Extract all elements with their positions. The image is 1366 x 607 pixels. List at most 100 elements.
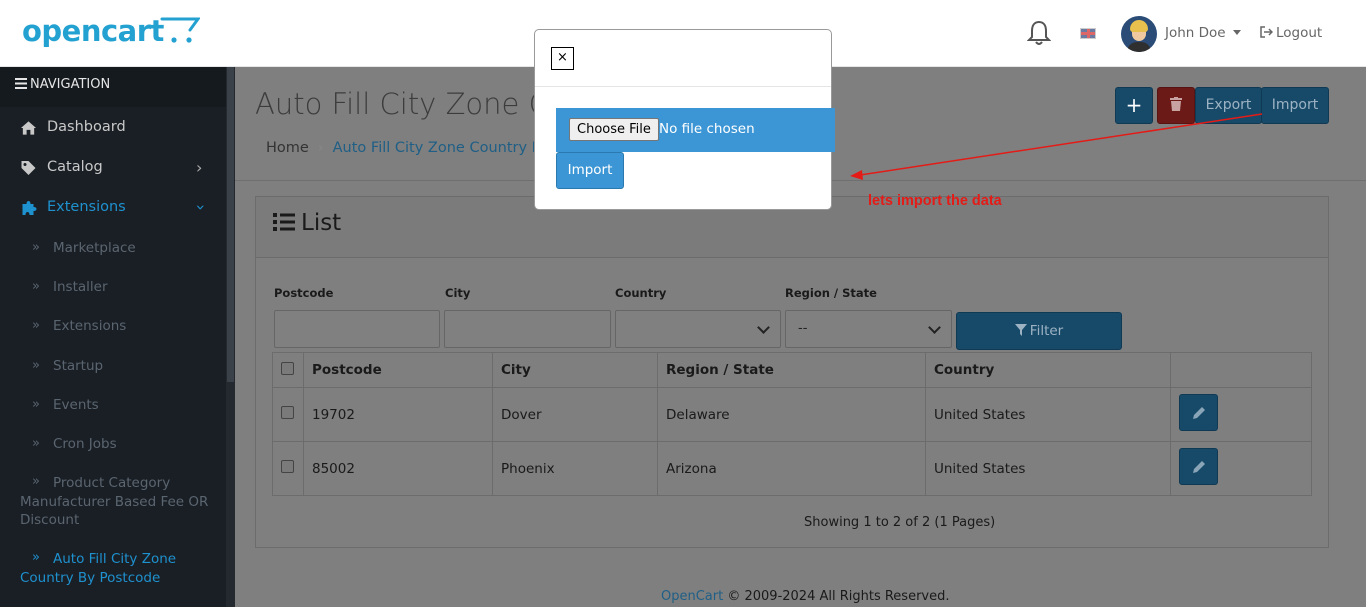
column-header-country[interactable]: Country (925, 352, 1171, 388)
cell-postcode: 85002 (303, 441, 493, 496)
subitem-label: Product Category Manufacturer Based Fee … (20, 475, 209, 528)
import-modal: × Choose File No file chosen Import (534, 29, 835, 210)
subitem-label: Cron Jobs (53, 436, 117, 452)
choose-file-button[interactable]: Choose File (569, 118, 659, 141)
cell-action (1170, 387, 1312, 442)
row-checkbox[interactable] (281, 406, 294, 419)
breadcrumb-current[interactable]: Auto Fill City Zone Country By (333, 140, 551, 156)
filter-button-label: Filter (1029, 323, 1064, 339)
filter-city-label: City (445, 286, 471, 300)
logout-link[interactable]: Logout (1260, 25, 1322, 41)
cell-region: Arizona (657, 441, 926, 496)
footer: OpenCart © 2009-2024 All Rights Reserved… (661, 589, 950, 604)
subitem-label: Events (53, 397, 99, 413)
sidebar: NAVIGATION Dashboard Catalog › Extension… (0, 67, 235, 607)
breadcrumb-separator-icon: › (317, 140, 324, 156)
list-panel: List Postcode City Country Region / Stat… (255, 196, 1329, 548)
avatar[interactable] (1121, 16, 1157, 52)
chevron-right-icon: › (196, 158, 203, 177)
filter-button[interactable]: Filter (956, 312, 1122, 350)
language-flag-icon[interactable] (1080, 28, 1096, 39)
table-header-row: Postcode City Region / State Country (272, 352, 1312, 388)
sidebar-item-label: Catalog (47, 159, 103, 175)
subitem-label: Auto Fill City Zone Country By Postcode (20, 551, 177, 586)
footer-opencart-link[interactable]: OpenCart (661, 589, 723, 604)
cart-logo-icon (160, 17, 200, 43)
postcode-input[interactable] (274, 310, 440, 348)
table-row: 85002 Phoenix Arizona United States (272, 441, 1312, 496)
breadcrumb: Home › Auto Fill City Zone Country By (266, 140, 550, 156)
logo-text: opencart (22, 14, 164, 48)
double-chevron-icon: » (32, 279, 40, 294)
annotation-text: lets import the data (868, 193, 1002, 209)
region-select-value: -- (798, 321, 808, 336)
row-checkbox-cell (272, 441, 304, 496)
tag-icon (21, 161, 36, 175)
region-select[interactable]: -- (785, 310, 952, 348)
double-chevron-icon: » (32, 474, 40, 489)
country-select[interactable] (615, 310, 781, 348)
cell-postcode: 19702 (303, 387, 493, 442)
chevron-down-icon: › (191, 204, 211, 211)
data-table: Postcode City Region / State Country 197… (272, 352, 1312, 496)
sidebar-item-dashboard[interactable]: Dashboard (0, 108, 226, 148)
table-row: 19702 Dover Delaware United States (272, 387, 1312, 442)
double-chevron-icon: » (32, 240, 40, 255)
city-input[interactable] (444, 310, 611, 348)
menu-icon (15, 78, 27, 89)
home-icon (20, 121, 37, 135)
select-all-checkbox[interactable] (281, 361, 294, 375)
import-button[interactable]: Import (1261, 87, 1329, 124)
column-header-city[interactable]: City (492, 352, 658, 388)
subitem-label: Marketplace (53, 240, 136, 256)
cell-country: United States (925, 441, 1171, 496)
pencil-icon (1193, 461, 1205, 473)
nav-header-label: NAVIGATION (30, 77, 111, 92)
logout-label: Logout (1276, 25, 1323, 41)
chevron-down-icon (928, 321, 941, 334)
nav-header: NAVIGATION (0, 67, 235, 107)
export-button[interactable]: Export (1195, 87, 1262, 124)
double-chevron-icon: » (32, 358, 40, 373)
filter-postcode-label: Postcode (274, 286, 334, 300)
file-input[interactable]: Choose File No file chosen (556, 108, 835, 152)
sidebar-item-extensions[interactable]: Extensions › (0, 188, 226, 228)
select-all-cell (272, 352, 304, 388)
user-menu[interactable]: John Doe (1165, 25, 1241, 41)
modal-import-button[interactable]: Import (556, 152, 624, 189)
pencil-icon (1193, 407, 1205, 419)
modal-header: × (535, 30, 831, 87)
opencart-logo[interactable]: opencart (22, 14, 200, 48)
breadcrumb-home[interactable]: Home (266, 140, 309, 156)
column-header-postcode[interactable]: Postcode (303, 352, 493, 388)
edit-button[interactable] (1179, 394, 1218, 431)
cell-city: Dover (492, 387, 658, 442)
pagination-summary: Showing 1 to 2 of 2 (1 Pages) (804, 515, 996, 530)
sidebar-subitem-product-category-fee[interactable]: » Product Category Manufacturer Based Fe… (0, 474, 226, 530)
filter-country-label: Country (615, 286, 667, 300)
double-chevron-icon: » (32, 436, 40, 451)
panel-title: List (273, 210, 341, 236)
edit-button[interactable] (1179, 448, 1218, 485)
cell-country: United States (925, 387, 1171, 442)
sidebar-scrollbar[interactable] (226, 67, 235, 607)
double-chevron-icon: » (32, 318, 40, 333)
list-icon (273, 213, 295, 231)
column-header-action (1170, 352, 1312, 388)
user-name: John Doe (1165, 25, 1226, 41)
sidebar-subitem-auto-fill-city[interactable]: » Auto Fill City Zone Country By Postcod… (0, 550, 226, 587)
row-checkbox-cell (272, 387, 304, 442)
subitem-label: Installer (53, 279, 108, 295)
puzzle-icon (22, 201, 37, 215)
subitem-label: Extensions (53, 318, 127, 334)
double-chevron-icon: » (32, 397, 40, 412)
delete-button[interactable] (1157, 87, 1195, 124)
add-button[interactable]: + (1115, 87, 1153, 124)
sidebar-item-label: Extensions (47, 199, 126, 215)
close-button[interactable]: × (551, 47, 574, 70)
column-header-region[interactable]: Region / State (657, 352, 926, 388)
sidebar-item-catalog[interactable]: Catalog › (0, 148, 226, 188)
subitem-label: Startup (53, 358, 104, 374)
row-checkbox[interactable] (281, 460, 294, 473)
notification-bell-icon[interactable] (1027, 20, 1051, 46)
